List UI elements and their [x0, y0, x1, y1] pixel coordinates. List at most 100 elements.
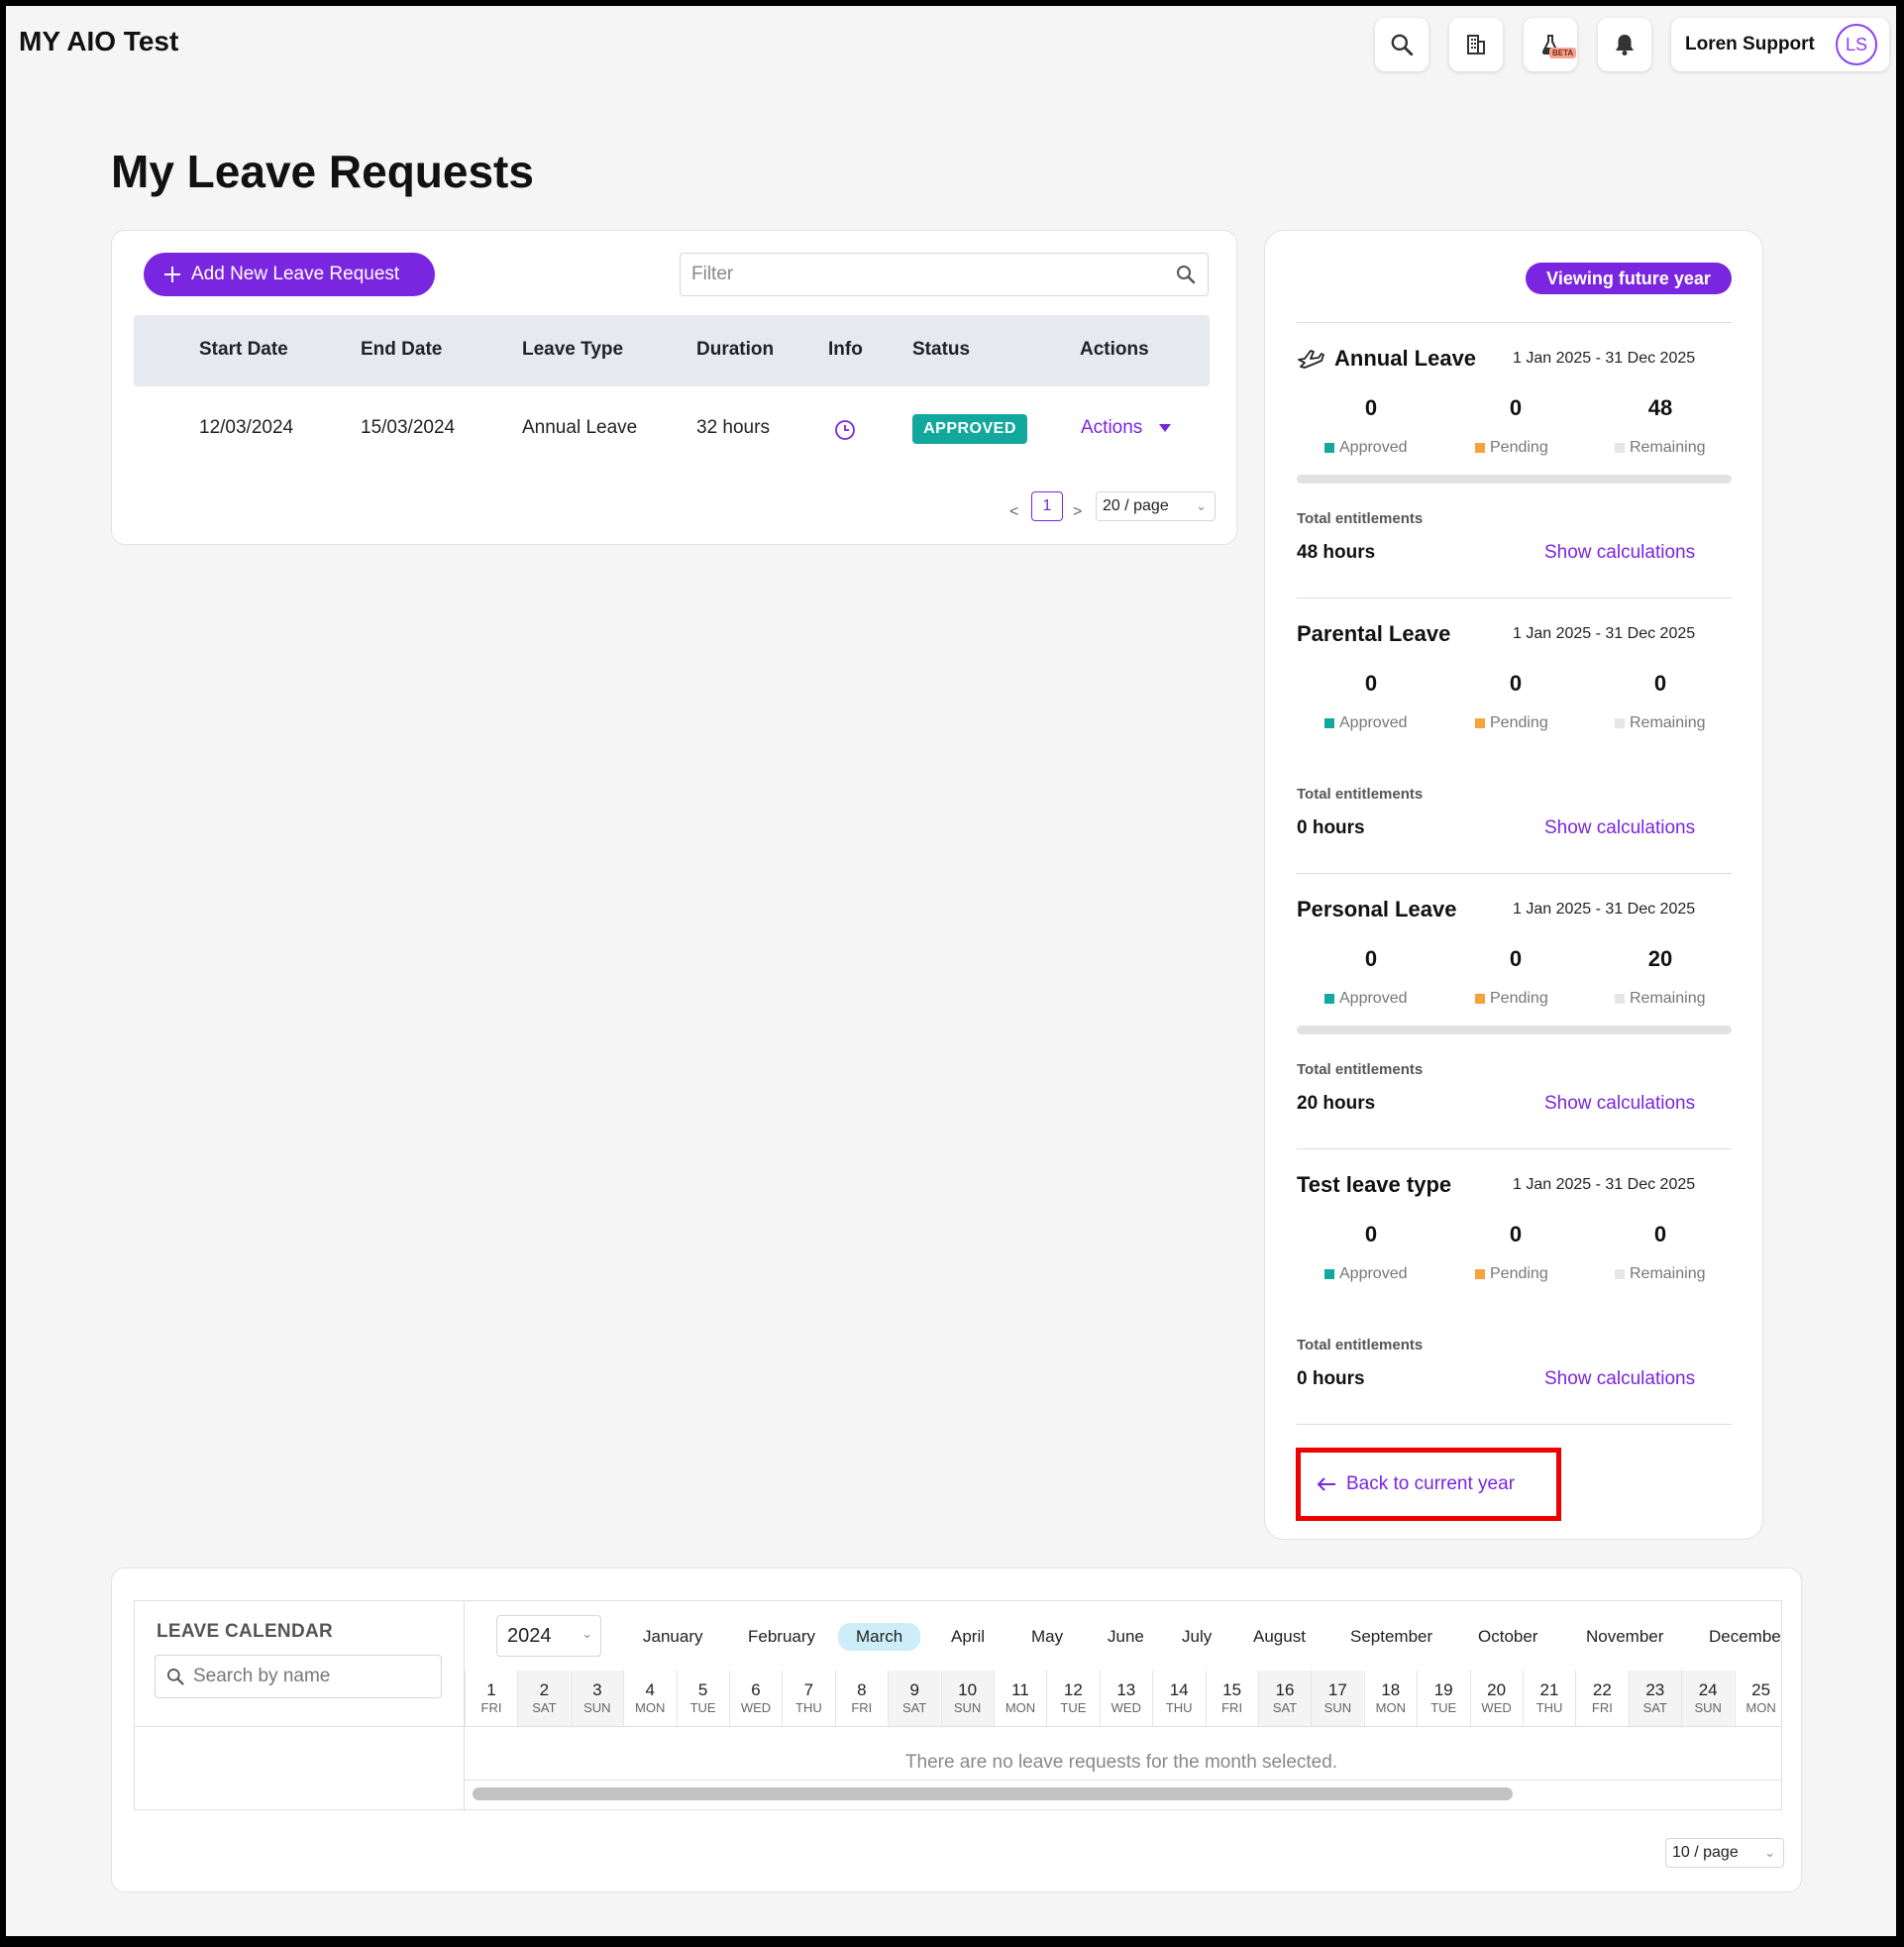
- day-cell: 8 FRI: [834, 1671, 888, 1726]
- clock-icon[interactable]: [834, 419, 856, 441]
- month-may[interactable]: May: [1031, 1627, 1063, 1647]
- day-of-week: SAT: [532, 1700, 557, 1715]
- pagination-next[interactable]: >: [1073, 503, 1082, 521]
- day-number: 17: [1327, 1680, 1347, 1699]
- entitlement-label: Total entitlements: [1297, 1061, 1424, 1078]
- show-calculations-link[interactable]: Show calculations: [1544, 1093, 1695, 1115]
- search-icon: [167, 1669, 184, 1685]
- day-cell: 6 WED: [729, 1671, 782, 1726]
- pagination-prev[interactable]: <: [1009, 503, 1018, 521]
- col-duration: Duration: [696, 339, 775, 360]
- day-cell: 17 SUN: [1311, 1671, 1364, 1726]
- day-number: 4: [645, 1680, 655, 1699]
- day-of-week: WED: [740, 1700, 772, 1715]
- day-number: 12: [1063, 1680, 1083, 1699]
- remaining-count: 0: [1653, 671, 1667, 696]
- day-number: 23: [1645, 1680, 1665, 1699]
- chevron-down-icon: ⌄: [1196, 498, 1207, 513]
- plane-icon: [1298, 350, 1324, 369]
- search-by-name-input[interactable]: Search by name: [155, 1655, 442, 1698]
- day-number: 14: [1169, 1680, 1189, 1699]
- remaining-legend: Remaining: [1615, 990, 1705, 1008]
- day-cell: 11 MON: [994, 1671, 1046, 1726]
- labs-beta-button[interactable]: BETA: [1524, 18, 1577, 71]
- day-of-week: SAT: [902, 1700, 927, 1715]
- remaining-count: 48: [1647, 395, 1673, 420]
- arrow-left-icon: [1317, 1477, 1335, 1491]
- per-page-select[interactable]: 20 / page ⌄: [1096, 491, 1216, 521]
- search-icon: [1391, 34, 1414, 56]
- company-button[interactable]: [1449, 18, 1503, 71]
- month-july[interactable]: July: [1182, 1627, 1212, 1647]
- pending-legend: Pending: [1475, 990, 1548, 1008]
- show-calculations-link[interactable]: Show calculations: [1544, 817, 1695, 839]
- calendar-per-page-select[interactable]: 10 / page ⌄: [1665, 1838, 1784, 1868]
- row-actions-dropdown[interactable]: Actions: [1081, 417, 1172, 439]
- day-number: 13: [1116, 1680, 1136, 1699]
- calendar-per-page-value: 10 / page: [1672, 1844, 1739, 1861]
- day-cell: 1 FRI: [465, 1671, 517, 1726]
- day-of-week: THU: [795, 1700, 822, 1715]
- day-number: 2: [539, 1680, 550, 1699]
- day-of-week: FRI: [1591, 1700, 1613, 1715]
- leave-type-range: 1 Jan 2025 - 31 Dec 2025: [1513, 901, 1696, 918]
- pending-legend: Pending: [1475, 1265, 1548, 1283]
- month-december[interactable]: Decembe: [1709, 1627, 1781, 1647]
- leave-type-range: 1 Jan 2025 - 31 Dec 2025: [1513, 1176, 1696, 1193]
- cell-duration: 32 hours: [696, 417, 770, 438]
- month-march[interactable]: March: [838, 1623, 921, 1651]
- calendar-people-pane: LEAVE CALENDAR Search by name: [135, 1601, 465, 1811]
- horizontal-scrollbar[interactable]: [473, 1787, 1513, 1800]
- month-february[interactable]: February: [748, 1627, 815, 1647]
- back-to-current-year-link[interactable]: Back to current year: [1296, 1448, 1561, 1521]
- month-september[interactable]: September: [1350, 1627, 1432, 1647]
- search-button[interactable]: [1375, 18, 1428, 71]
- page-title: My Leave Requests: [111, 146, 534, 197]
- day-number: 7: [803, 1680, 814, 1699]
- row-actions-label: Actions: [1081, 417, 1143, 438]
- pending-count: 0: [1509, 395, 1523, 420]
- day-cell: 25 MON: [1734, 1671, 1782, 1726]
- leave-calendar: LEAVE CALENDAR Search by name 2024 ⌄ Jan…: [134, 1600, 1782, 1811]
- year-select[interactable]: 2024 ⌄: [496, 1615, 601, 1657]
- day-of-week: SAT: [1272, 1700, 1298, 1715]
- pagination-page-1[interactable]: 1: [1031, 491, 1063, 521]
- day-number: 22: [1592, 1680, 1612, 1699]
- col-leave-type: Leave Type: [522, 339, 624, 360]
- day-of-week: SUN: [1323, 1700, 1352, 1715]
- month-august[interactable]: August: [1253, 1627, 1306, 1647]
- cell-leave-type: Annual Leave: [522, 417, 638, 438]
- month-april[interactable]: April: [951, 1627, 985, 1647]
- month-october[interactable]: October: [1478, 1627, 1537, 1647]
- month-november[interactable]: November: [1586, 1627, 1663, 1647]
- user-name: Loren Support: [1685, 34, 1815, 54]
- table-header: Start Date End Date Leave Type Duration …: [134, 315, 1210, 386]
- approved-legend: Approved: [1324, 439, 1408, 457]
- col-info: Info: [828, 339, 863, 360]
- day-cell: 4 MON: [623, 1671, 676, 1726]
- day-of-week: MON: [1745, 1700, 1776, 1715]
- day-of-week: SUN: [953, 1700, 982, 1715]
- notifications-button[interactable]: [1598, 18, 1651, 71]
- add-leave-request-button[interactable]: Add New Leave Request: [144, 253, 435, 296]
- day-number: 19: [1433, 1680, 1453, 1699]
- per-page-value: 20 / page: [1103, 497, 1169, 514]
- filter-input[interactable]: Filter: [680, 253, 1209, 296]
- col-status: Status: [912, 339, 971, 360]
- pending-legend: Pending: [1475, 714, 1548, 732]
- user-menu[interactable]: Loren Support LS: [1671, 18, 1889, 71]
- remaining-count: 0: [1653, 1222, 1667, 1246]
- search-by-name-placeholder: Search by name: [193, 1666, 331, 1686]
- building-icon: [1467, 35, 1485, 54]
- show-calculations-link[interactable]: Show calculations: [1544, 542, 1695, 564]
- day-cell: 5 TUE: [676, 1671, 729, 1726]
- approved-legend: Approved: [1324, 990, 1408, 1008]
- show-calculations-link[interactable]: Show calculations: [1544, 1368, 1695, 1390]
- day-number: 6: [751, 1680, 761, 1699]
- remaining-legend: Remaining: [1615, 714, 1705, 732]
- day-of-week: SUN: [1694, 1700, 1722, 1715]
- month-january[interactable]: January: [643, 1627, 702, 1647]
- day-number: 10: [958, 1680, 978, 1699]
- day-cell: 10 SUN: [940, 1671, 994, 1726]
- month-june[interactable]: June: [1108, 1627, 1144, 1647]
